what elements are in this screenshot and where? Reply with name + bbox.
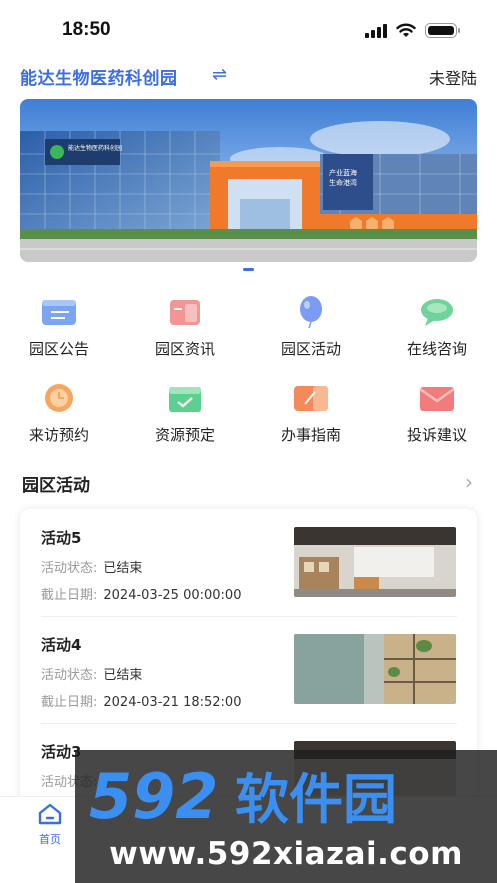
entry-label: 园区资讯 <box>154 340 215 358</box>
watermark-overlay: 592 软件园 www.592xiazai.com <box>75 750 497 883</box>
more-chevron-icon[interactable]: › <box>465 470 473 494</box>
calendar-icon <box>169 387 201 412</box>
balloon-icon <box>300 296 322 329</box>
battery-icon <box>425 23 460 38</box>
chat-icon <box>421 299 453 326</box>
entry-label: 投诉建议 <box>406 426 467 444</box>
status-label: 活动状态: <box>41 668 98 683</box>
svg-text:592: 592 <box>89 760 218 833</box>
watermark-logo: 592 软件园 <box>89 760 397 833</box>
status-icons <box>365 23 460 38</box>
banner-sign-right-1: 产业蓝海 <box>329 168 357 177</box>
entry-online-consult[interactable]: 在线咨询 <box>387 290 487 370</box>
activity-title: 活动5 <box>41 529 82 547</box>
entry-park-announcement[interactable]: 园区公告 <box>9 290 109 370</box>
entry-visit-appointment[interactable]: 来访预约 <box>9 376 109 456</box>
entry-park-activity[interactable]: 园区活动 <box>261 290 361 370</box>
home-icon <box>38 803 62 825</box>
entry-label: 园区活动 <box>280 340 341 358</box>
guide-icon <box>294 386 328 411</box>
status-time: 18:50 <box>62 19 111 40</box>
entry-label: 来访预约 <box>28 426 89 444</box>
park-name[interactable]: 能达生物医药科创园 <box>20 64 178 89</box>
entry-service-guide[interactable]: 办事指南 <box>261 376 361 456</box>
activity-item[interactable]: 活动4 活动状态: 已结束 截止日期: 2024-03-21 18:52:00 <box>20 616 477 724</box>
clock-icon <box>45 384 73 412</box>
tab-home[interactable]: 首页 <box>28 803 72 847</box>
announcement-icon <box>42 300 76 325</box>
entry-resource-booking[interactable]: 资源预定 <box>135 376 235 456</box>
entry-label: 办事指南 <box>280 426 341 444</box>
entry-complaint-suggestion[interactable]: 投诉建议 <box>387 376 487 456</box>
activity-item[interactable]: 活动5 活动状态: 已结束 截止日期: 2024-03-25 00:00:00 <box>20 509 477 617</box>
tab-home-label: 首页 <box>39 833 61 846</box>
entry-park-news[interactable]: 园区资讯 <box>135 290 235 370</box>
status-value: 已结束 <box>103 668 143 683</box>
status-value: 已结束 <box>103 561 143 576</box>
wifi-icon <box>396 23 416 37</box>
status-bar: 18:50 <box>0 0 497 58</box>
banner-sign-left: 能达生物医药科创园 <box>68 144 122 152</box>
activity-status-row: 活动状态: 已结束 <box>41 557 142 576</box>
banner-sign-right-2: 生命港湾 <box>329 178 357 187</box>
activity-deadline-row: 截止日期: 2024-03-21 18:52:00 <box>41 691 241 710</box>
header: 能达生物医药科创园 ⇌ 未登陆 <box>20 62 477 90</box>
entry-label: 园区公告 <box>28 340 89 358</box>
deadline-label: 截止日期: <box>41 695 98 710</box>
svg-text:软件园: 软件园 <box>235 768 397 831</box>
signal-icon <box>365 23 387 38</box>
login-status[interactable]: 未登陆 <box>429 65 477 89</box>
status-label: 活动状态: <box>41 561 98 576</box>
activity-title: 活动4 <box>41 636 82 654</box>
entry-label: 在线咨询 <box>406 340 467 358</box>
activity-thumbnail <box>294 527 456 597</box>
section-title-activities: 园区活动 <box>22 476 90 496</box>
deadline-label: 截止日期: <box>41 588 98 603</box>
mail-icon <box>419 387 455 411</box>
entry-label: 资源预定 <box>154 426 215 444</box>
banner-carousel[interactable]: 能达生物医药科创园 产业蓝海 生命港湾 <box>20 99 477 262</box>
banner-image: 能达生物医药科创园 产业蓝海 生命港湾 <box>20 99 477 262</box>
activity-status-row: 活动状态: 已结束 <box>41 664 142 683</box>
activity-deadline-row: 截止日期: 2024-03-25 00:00:00 <box>41 584 241 603</box>
news-icon <box>170 300 200 325</box>
switch-park-icon[interactable]: ⇌ <box>212 64 227 85</box>
banner-page-indicator <box>243 268 254 271</box>
activity-thumbnail <box>294 634 456 704</box>
deadline-value: 2024-03-25 00:00:00 <box>103 588 242 603</box>
deadline-value: 2024-03-21 18:52:00 <box>103 695 242 710</box>
watermark-url: www.592xiazai.com <box>109 836 463 872</box>
